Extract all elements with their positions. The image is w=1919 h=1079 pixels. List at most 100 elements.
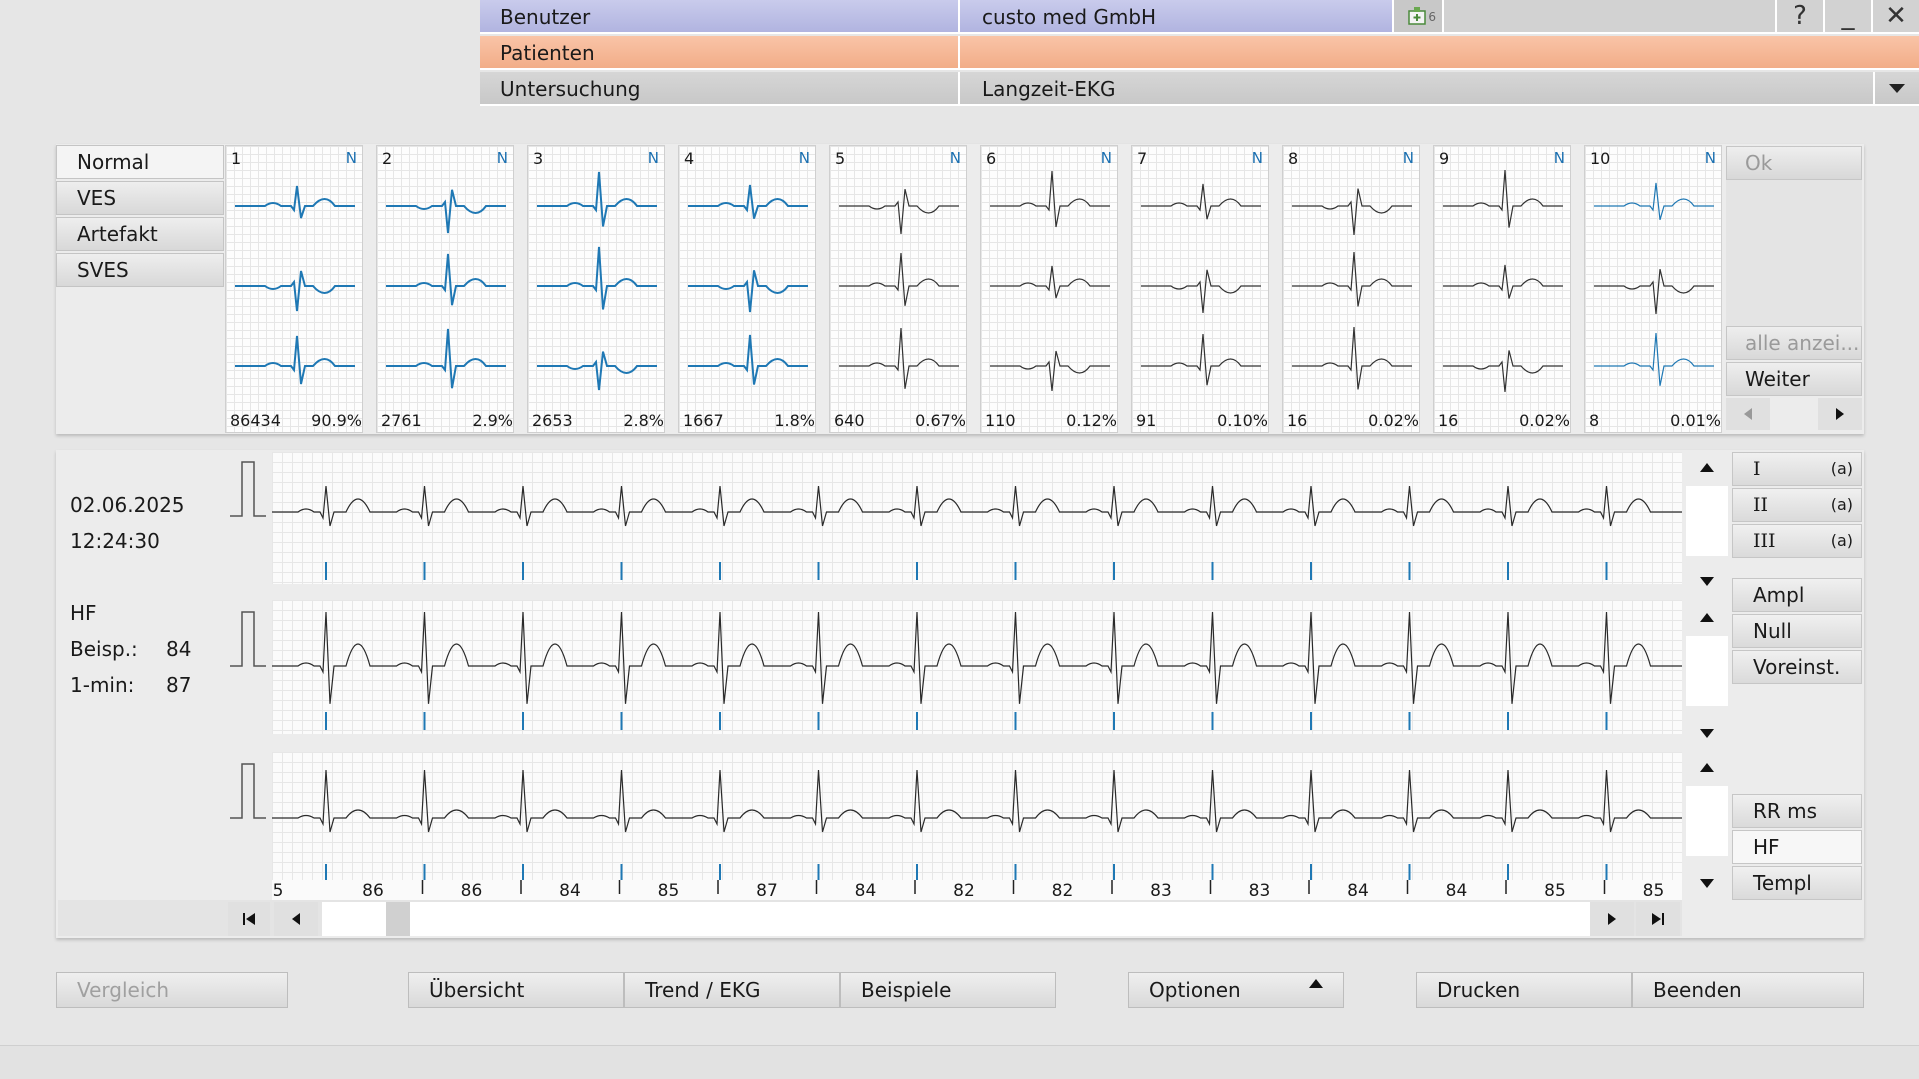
step-back-icon[interactable]: [274, 902, 318, 936]
ampl-button[interactable]: Ampl: [1732, 578, 1862, 612]
category-sves[interactable]: SVES: [56, 253, 224, 287]
templ-button[interactable]: Templ: [1732, 866, 1862, 900]
help-button[interactable]: ?: [1775, 0, 1823, 32]
min-label: 1-min:: [70, 673, 135, 697]
template-trace: [688, 184, 808, 219]
compare-button[interactable]: Vergleich: [56, 972, 288, 1008]
step-forward-icon[interactable]: [1590, 902, 1634, 936]
hf-button[interactable]: HF: [1732, 830, 1862, 864]
template-2[interactable]: 2 N 2761 2.9%: [376, 145, 514, 433]
skip-end-icon[interactable]: [1636, 902, 1680, 936]
template-class: N: [1251, 149, 1263, 167]
template-trace: [1292, 251, 1412, 307]
template-9[interactable]: 9 N 16 0.02%: [1433, 145, 1571, 433]
template-trace: [386, 253, 506, 306]
template-7[interactable]: 7 N 91 0.10%: [1131, 145, 1269, 433]
lead3-scale-down[interactable]: [1686, 868, 1728, 898]
timeline-thumb[interactable]: [386, 902, 410, 936]
template-4[interactable]: 4 N 1667 1.8%: [678, 145, 816, 433]
heart-rate-value: 86: [362, 881, 384, 901]
overview-button[interactable]: Übersicht: [408, 972, 624, 1008]
channel-i-suffix: (a): [1830, 459, 1853, 478]
next-button[interactable]: Weiter: [1726, 362, 1862, 396]
template-count: 8: [1589, 411, 1600, 430]
channel-ii-label: II: [1753, 494, 1769, 516]
channel-iii-button[interactable]: III (a): [1732, 524, 1862, 558]
heart-rate-value: 86: [460, 881, 483, 901]
options-button[interactable]: Optionen: [1128, 972, 1344, 1008]
template-6[interactable]: 6 N 110 0.12%: [980, 145, 1118, 433]
template-class: N: [949, 149, 961, 167]
beisp-label: Beisp.:: [70, 637, 138, 661]
template-waveform: [386, 189, 506, 389]
template-waveform: [1443, 169, 1563, 393]
template-count: 86434: [230, 411, 281, 430]
template-class: N: [1704, 149, 1716, 167]
channel-i-button[interactable]: I (a): [1732, 452, 1862, 486]
trend-ekg-button[interactable]: Trend / EKG: [624, 972, 840, 1008]
skip-start-icon[interactable]: [228, 902, 270, 936]
template-waveform: [1594, 182, 1714, 386]
lead2-scale-down[interactable]: [1686, 718, 1728, 748]
print-button[interactable]: Drucken: [1416, 972, 1632, 1008]
quit-button[interactable]: Beenden: [1632, 972, 1864, 1008]
template-trace: [235, 335, 355, 385]
ekg-lead-2[interactable]: [272, 600, 1682, 734]
user-row: Benutzer custo med GmbH 6 ? _ ✕: [480, 0, 1919, 34]
template-8[interactable]: 8 N 16 0.02%: [1282, 145, 1420, 433]
template-trace: [1141, 183, 1261, 220]
patient-row[interactable]: Patienten: [480, 36, 1919, 70]
hf-label: HF: [70, 601, 97, 625]
template-count: 16: [1438, 411, 1459, 430]
ok-button[interactable]: Ok: [1726, 146, 1862, 180]
category-artefakt[interactable]: Artefakt: [56, 217, 224, 251]
rr-button[interactable]: RR ms: [1732, 794, 1862, 828]
null-button[interactable]: Null: [1732, 614, 1862, 648]
channel-i-label: I: [1753, 458, 1761, 480]
template-trace: [1141, 333, 1261, 386]
preset-button[interactable]: Voreinst.: [1732, 650, 1862, 684]
heart-rate-value: 82: [953, 881, 975, 901]
template-scroll-left[interactable]: [1726, 398, 1770, 430]
lead2-scale-up[interactable]: [1686, 602, 1728, 632]
chevron-down-icon[interactable]: [1873, 72, 1919, 106]
ekg-lead-3[interactable]: [272, 752, 1682, 886]
template-5[interactable]: 5 N 640 0.67%: [829, 145, 967, 433]
lead1-scale-space: [1686, 486, 1728, 556]
heart-rate-value: 83: [1248, 881, 1271, 901]
notification-icon[interactable]: 6: [1392, 0, 1442, 32]
lead2-scale-space: [1686, 636, 1728, 706]
template-trace: [1594, 269, 1714, 315]
ecg-trace: [272, 611, 1682, 704]
template-trace: [537, 246, 657, 310]
ecg-trace: [272, 485, 1682, 527]
exam-row[interactable]: Untersuchung Langzeit-EKG: [480, 72, 1919, 106]
channel-ii-button[interactable]: II (a): [1732, 488, 1862, 522]
template-3[interactable]: 3 N 2653 2.8%: [527, 145, 665, 433]
ekg-lead-1[interactable]: [272, 452, 1682, 584]
show-all-button[interactable]: alle anzei...: [1726, 326, 1862, 360]
template-waveform: [235, 185, 355, 385]
channel-iii-suffix: (a): [1830, 531, 1853, 550]
template-10[interactable]: 10 N 8 0.01%: [1584, 145, 1722, 433]
template-trace: [990, 350, 1110, 392]
ok-panel-space: [1726, 180, 1862, 326]
template-waveform: [1141, 183, 1261, 386]
template-class: N: [1402, 149, 1414, 167]
minimize-button[interactable]: _: [1823, 0, 1871, 32]
template-percent: 0.01%: [1670, 411, 1721, 430]
heart-rate-value: 83: [1150, 881, 1172, 901]
template-percent: 2.9%: [472, 411, 513, 430]
lead1-scale-down[interactable]: [1686, 566, 1728, 596]
close-button[interactable]: ✕: [1871, 0, 1919, 32]
template-1[interactable]: 1 N 86434 90.9%: [225, 145, 363, 433]
template-trace: [1443, 264, 1563, 299]
template-scroll-right[interactable]: [1818, 398, 1862, 430]
lead3-scale-up[interactable]: [1686, 752, 1728, 782]
template-percent: 0.10%: [1217, 411, 1268, 430]
lead1-scale-up[interactable]: [1686, 452, 1728, 482]
category-ves[interactable]: VES: [56, 181, 224, 215]
template-trace: [1443, 350, 1563, 393]
examples-button[interactable]: Beispiele: [840, 972, 1056, 1008]
category-normal[interactable]: Normal: [56, 145, 224, 179]
